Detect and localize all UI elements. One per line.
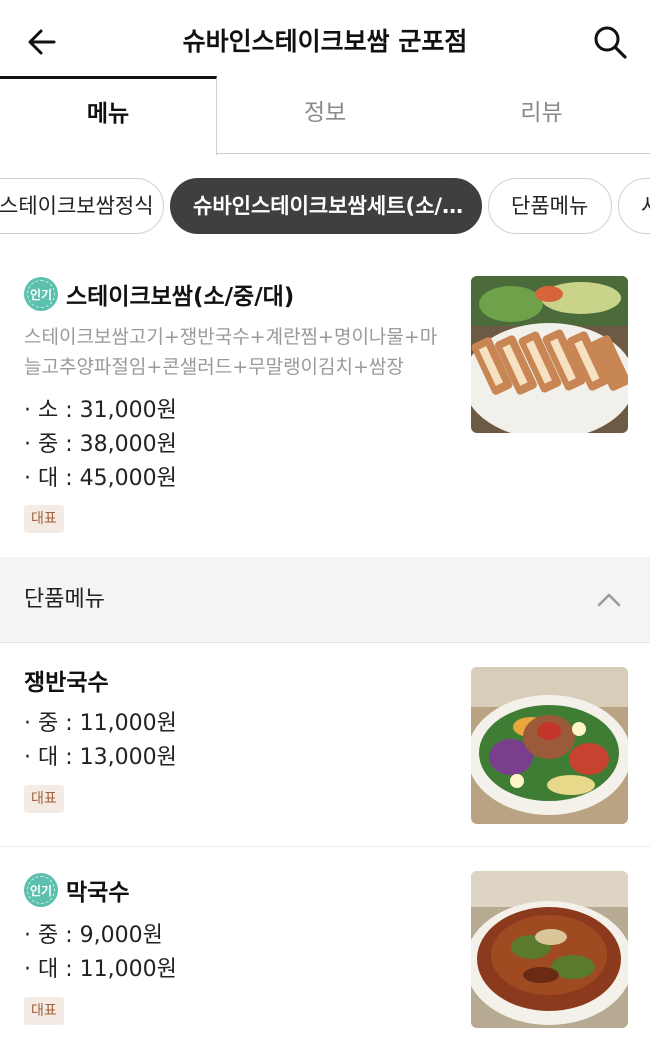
app-header: 슈바인스테이크보쌈 군포점 [0,0,650,78]
representative-tag: 대표 [24,505,64,533]
bossam-photo [471,276,628,433]
popular-badge: 인기 [24,277,58,311]
price-small: · 소 : 31,000원 [24,398,177,423]
section-header-single-menu[interactable]: 단품메뉴 [0,557,650,643]
chip-steak-bossam-set-meal[interactable]: 스테이크보쌈정식 [0,178,164,234]
representative-tag: 대표 [24,785,64,813]
item-divider [0,846,650,847]
item-name: 스테이크보쌈(소/중/대) [66,284,295,310]
item-name: 쟁반국수 [24,670,109,696]
chevron-up-icon[interactable] [596,587,622,613]
makguksu-photo [471,871,628,1028]
chip-single-menu[interactable]: 단품메뉴 [488,178,612,234]
price-medium: · 중 : 38,000원 [24,432,177,457]
category-chip-bar[interactable]: 스테이크보쌈정식 슈바인스테이크보쌈세트(소/… 단품메뉴 사 [0,178,650,234]
item-name-row: 인기 막국수 [24,872,129,908]
price-medium: · 중 : 9,000원 [24,923,163,948]
menu-item-jaengban-guksu[interactable]: 쟁반국수 · 중 : 11,000원 · 대 : 13,000원 대표 [0,644,650,846]
representative-tag: 대표 [24,997,64,1025]
price-large: · 대 : 45,000원 [24,466,177,491]
jaengban-guksu-photo [471,667,628,824]
item-name: 막국수 [66,880,130,906]
tab-menu[interactable]: 메뉴 [0,76,217,155]
item-name-row: 인기 스테이크보쌈(소/중/대) [24,276,294,312]
chip-schwein-steak-bossam-set[interactable]: 슈바인스테이크보쌈세트(소/… [170,178,482,234]
price-large: · 대 : 11,000원 [24,957,177,982]
menu-item-steak-bossam[interactable]: 인기 스테이크보쌈(소/중/대) 스테이크보쌈고기+쟁반국수+계란찜+명이나물+… [0,256,650,556]
menu-item-makguksu[interactable]: 인기 막국수 · 중 : 9,000원 · 대 : 11,000원 대표 [0,848,650,1040]
item-name-row: 쟁반국수 [24,662,109,698]
item-description: 스테이크보쌈고기+쟁반국수+계란찜+명이나물+마늘고추양파절임+콘샐러드+무말랭… [24,326,438,378]
tab-info[interactable]: 정보 [217,76,433,154]
search-icon [594,26,627,59]
section-title: 단품메뉴 [24,587,105,612]
chip-next-category[interactable]: 사 [618,178,650,234]
popular-badge: 인기 [24,873,58,907]
tab-reviews[interactable]: 리뷰 [433,76,650,154]
search-button[interactable] [590,22,630,62]
page-title: 슈바인스테이크보쌈 군포점 [182,27,468,56]
tab-bar: 메뉴 정보 리뷰 [0,76,650,155]
price-medium: · 중 : 11,000원 [24,711,177,736]
price-large: · 대 : 13,000원 [24,745,177,770]
